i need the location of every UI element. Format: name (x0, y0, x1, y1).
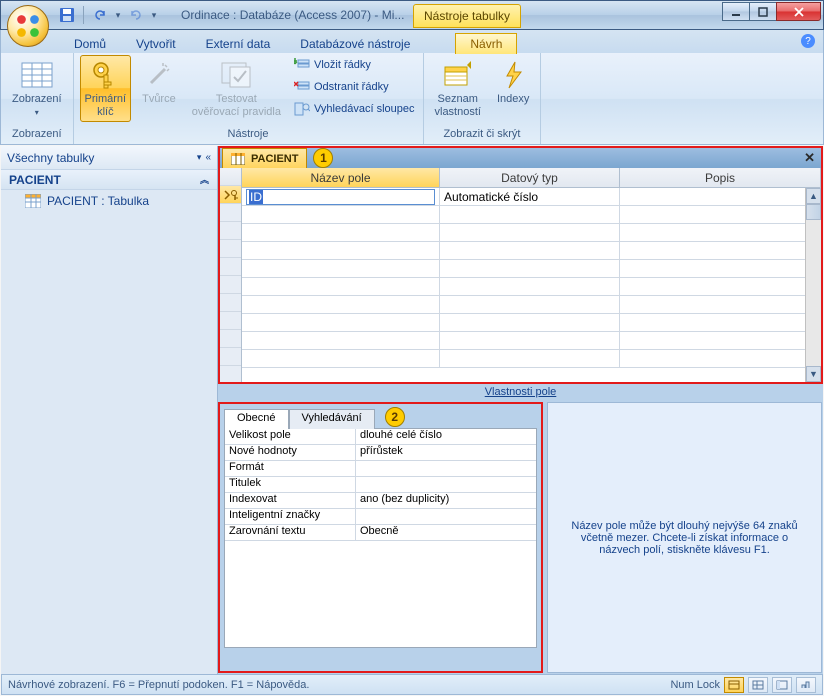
fp-row: Inteligentní značky (225, 509, 536, 525)
col-header-data-type[interactable]: Datový typ (440, 168, 620, 188)
datasheet-icon (21, 59, 53, 91)
row-selector-1[interactable] (220, 186, 241, 204)
maximize-button[interactable] (749, 2, 777, 21)
document-tab-pacient[interactable]: PACIENT (222, 148, 307, 170)
undo-dropdown[interactable]: ▾ (114, 7, 122, 23)
fp-row: Titulek (225, 477, 536, 493)
test-rules-button[interactable]: Testovat ověřovací pravidla (187, 55, 286, 122)
data-type-cell[interactable]: Automatické číslo (440, 188, 620, 205)
indexes-button[interactable]: Indexy (492, 55, 534, 110)
fp-row: Zarovnání textuObecně (225, 525, 536, 541)
tab-home[interactable]: Domů (59, 33, 121, 54)
lookup-icon (294, 101, 310, 117)
status-bar: Návrhové zobrazení. F6 = Přepnutí podoke… (1, 674, 823, 695)
tab-external-data[interactable]: Externí data (191, 33, 286, 54)
table-design-grid[interactable]: Název pole Datový typ Popis ID Automatic… (218, 168, 823, 384)
ribbon-group-showhide: Seznam vlastností Indexy Zobrazit či skr… (424, 53, 542, 144)
col-header-field-name[interactable]: Název pole (242, 168, 440, 188)
view-datasheet-button[interactable] (748, 677, 768, 693)
annotation-1: 1 (313, 148, 333, 168)
titlebar: ▾ ▾ Ordinace : Databáze (Access 2007) - … (0, 0, 824, 30)
lookup-column-button[interactable]: Vyhledávací sloupec (292, 99, 417, 119)
view-chart-button[interactable] (796, 677, 816, 693)
scroll-down-icon[interactable]: ▼ (806, 366, 821, 382)
scroll-thumb[interactable] (806, 204, 821, 220)
primary-key-row-icon (223, 189, 239, 201)
property-sheet-icon (442, 59, 474, 91)
delete-rows-button[interactable]: Odstranit řádky (292, 77, 417, 97)
builder-button[interactable]: Tvůrce (137, 55, 181, 110)
tab-database-tools[interactable]: Databázové nástroje (285, 33, 425, 54)
view-design-button[interactable] (724, 677, 744, 693)
key-icon (89, 59, 121, 91)
description-cell[interactable] (620, 188, 821, 205)
table-icon (25, 194, 41, 208)
fp-row: Velikost poledlouhé celé číslo (225, 429, 536, 445)
insert-rows-icon (294, 57, 310, 73)
fp-row: Formát (225, 461, 536, 477)
wand-icon (143, 59, 175, 91)
tab-design[interactable]: Návrh (455, 33, 517, 54)
primary-key-button[interactable]: Primární klíč (80, 55, 132, 122)
save-icon[interactable] (59, 7, 75, 23)
views-button[interactable]: Zobrazení ▾ (7, 55, 67, 121)
scroll-up-icon[interactable]: ▲ (806, 188, 821, 204)
field-properties-grid[interactable]: Velikost poledlouhé celé číslo Nové hodn… (224, 428, 537, 648)
validation-icon (220, 59, 252, 91)
window-title: Ordinace : Databáze (Access 2007) - Mi..… (181, 8, 404, 22)
ribbon-group-tools: Primární klíč Tvůrce Testovat ověřovací … (74, 53, 424, 144)
work-area: PACIENT 1 ✕ Název pole Datový typ Popis (218, 146, 823, 674)
fp-tab-general[interactable]: Obecné (224, 409, 289, 429)
property-sheet-button[interactable]: Seznam vlastností (430, 55, 486, 122)
ribbon-group-views: Zobrazení ▾ Zobrazení (1, 53, 74, 144)
fp-row: Nové hodnotypřírůstek (225, 445, 536, 461)
minimize-button[interactable] (722, 2, 750, 21)
field-properties-panel: Obecné Vyhledávání 2 Velikost poledlouhé… (218, 402, 543, 673)
ribbon: Zobrazení ▾ Zobrazení Primární klíč Tvůr… (0, 53, 824, 145)
redo-icon[interactable] (128, 7, 144, 23)
numlock-indicator: Num Lock (670, 679, 720, 691)
design-grid-scrollbar[interactable]: ▲ ▼ (805, 188, 821, 382)
document-tabbar: PACIENT 1 ✕ (218, 146, 823, 168)
fp-tab-lookup[interactable]: Vyhledávání (289, 409, 375, 429)
quick-access-toolbar: ▾ ▾ (59, 6, 158, 24)
delete-rows-icon (294, 79, 310, 95)
office-button[interactable] (7, 5, 49, 47)
row-selectors (220, 168, 242, 382)
field-name-input[interactable]: ID (242, 188, 440, 205)
contextual-tab-group: Nástroje tabulky (413, 4, 521, 28)
lightning-icon (497, 59, 529, 91)
nav-header[interactable]: Všechny tabulky ▾ « (1, 146, 217, 170)
navigation-pane: Všechny tabulky ▾ « PACIENT ︽ PACIENT : … (1, 146, 218, 674)
chevron-up-icon[interactable]: ︽ (200, 173, 209, 186)
nav-dropdown-icon[interactable]: ▾ (197, 152, 202, 163)
col-header-description[interactable]: Popis (620, 168, 821, 188)
nav-item-pacient-table[interactable]: PACIENT : Tabulka (1, 190, 217, 212)
table-icon (231, 153, 245, 165)
close-button[interactable] (776, 2, 821, 21)
view-pivot-button[interactable] (772, 677, 792, 693)
document-close-icon[interactable]: ✕ (804, 150, 815, 166)
annotation-2: 2 (385, 407, 405, 427)
qat-customize-dropdown[interactable]: ▾ (150, 7, 158, 23)
help-icon[interactable]: ? (801, 34, 815, 48)
undo-icon[interactable] (92, 7, 108, 23)
field-help-panel: Název pole může být dlouhý nejvýše 64 zn… (547, 402, 822, 673)
fp-row: Indexovatano (bez duplicity) (225, 493, 536, 509)
tab-create[interactable]: Vytvořit (121, 33, 191, 54)
design-row-1[interactable]: ID Automatické číslo (242, 188, 821, 206)
field-properties-title: Vlastnosti pole (218, 386, 823, 402)
ribbon-tabstrip: Domů Vytvořit Externí data Databázové ná… (0, 30, 824, 53)
status-text: Návrhové zobrazení. F6 = Přepnutí podoke… (8, 679, 309, 691)
insert-rows-button[interactable]: Vložit řádky (292, 55, 417, 75)
nav-collapse-icon[interactable]: « (205, 152, 211, 163)
nav-group-pacient[interactable]: PACIENT ︽ (1, 170, 217, 190)
